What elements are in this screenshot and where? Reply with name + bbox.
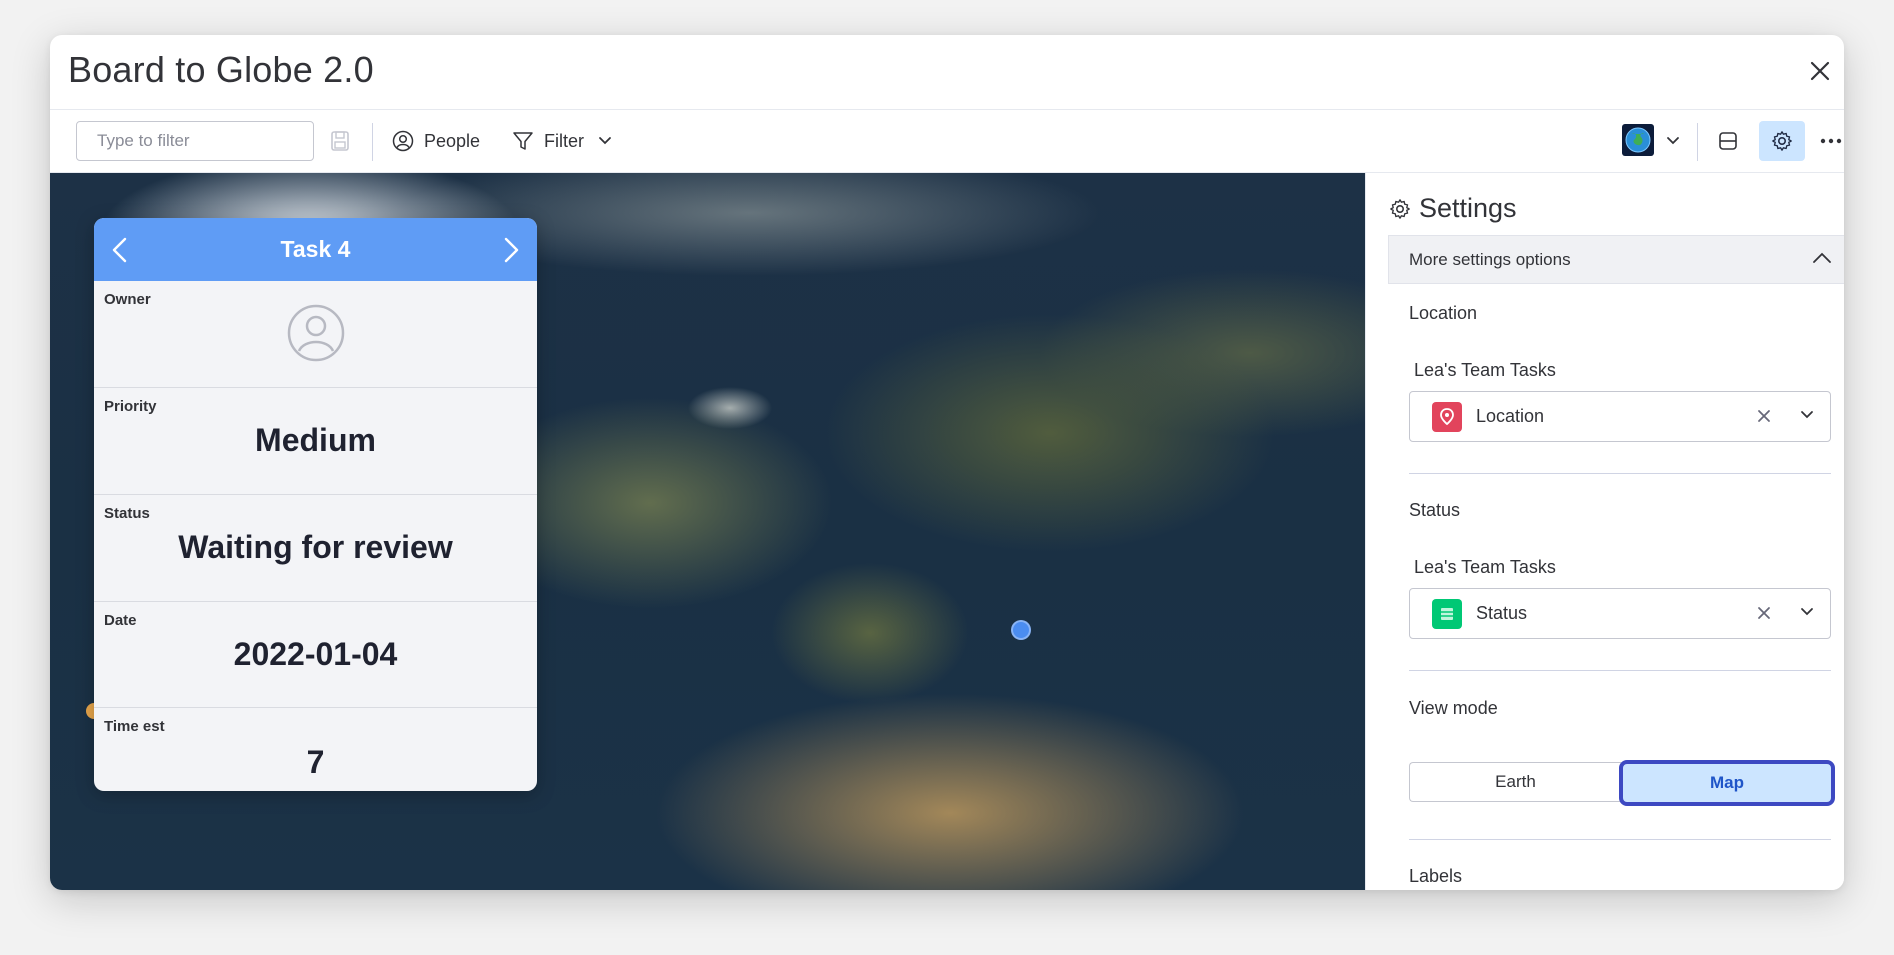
row-label: Time est: [104, 718, 165, 735]
task-card: Task 4 Owner Priority Medium Status Wait…: [94, 218, 537, 791]
people-label: People: [424, 130, 481, 151]
time-est-value: 7: [306, 744, 325, 780]
card-row-time-est: Time est 7: [94, 708, 537, 791]
chevron-down-icon: [1667, 137, 1679, 145]
settings-header: Settings: [1389, 193, 1517, 224]
priority-value: Medium: [255, 422, 376, 458]
clear-icon[interactable]: [1756, 605, 1772, 621]
close-button[interactable]: [1802, 53, 1838, 89]
globe-icon: [1625, 127, 1651, 153]
toolbar-divider: [1697, 123, 1698, 161]
globe-map-canvas[interactable]: Task 4 Owner Priority Medium Status Wait…: [50, 173, 1365, 890]
owner-avatar[interactable]: [287, 304, 345, 367]
window-title: Board to Globe 2.0: [68, 49, 374, 90]
date-value: 2022-01-04: [233, 636, 398, 672]
more-settings-accordion[interactable]: More settings options: [1388, 235, 1844, 284]
task-card-header: Task 4: [94, 218, 537, 281]
task-title: Task 4: [280, 236, 351, 262]
view-mode-label: View mode: [1409, 698, 1498, 718]
status-value: Waiting for review: [178, 529, 453, 565]
location-board-label: Lea's Team Tasks: [1414, 360, 1556, 380]
ellipsis-icon: [1820, 138, 1842, 144]
clear-icon[interactable]: [1756, 408, 1772, 424]
section-divider: [1409, 839, 1831, 840]
save-view-button[interactable]: [330, 130, 350, 157]
view-mode-map-option[interactable]: Map: [1619, 760, 1835, 806]
person-placeholder-icon: [287, 304, 345, 362]
layout-toggle-button[interactable]: [1718, 121, 1738, 161]
filter-button[interactable]: Filter: [512, 121, 584, 161]
split-panel-icon: [1719, 132, 1737, 150]
row-label: Priority: [104, 398, 157, 415]
view-mode-earth-option[interactable]: Earth: [1409, 762, 1621, 802]
chevron-down-icon[interactable]: [1800, 607, 1814, 617]
chevron-right-icon: [504, 237, 519, 263]
row-label: Owner: [104, 291, 151, 308]
previous-task-button[interactable]: [108, 236, 132, 264]
location-column-select[interactable]: Location: [1409, 391, 1831, 442]
labels-section-label: Labels: [1409, 866, 1463, 886]
location-section-label: Location: [1409, 303, 1478, 323]
app-window: Board to Globe 2.0 People Filter: [50, 35, 1844, 890]
status-board-label: Lea's Team Tasks: [1414, 557, 1556, 577]
next-task-button[interactable]: [499, 236, 523, 264]
toolbar: People Filter: [50, 110, 1844, 173]
status-column-select[interactable]: Status: [1409, 588, 1831, 639]
search-box[interactable]: [76, 121, 318, 161]
map-marker[interactable]: [1011, 620, 1031, 640]
location-column-value: Location: [1476, 406, 1545, 426]
status-section-label: Status: [1409, 500, 1461, 520]
filter-label: Filter: [544, 130, 584, 151]
card-row-priority: Priority Medium: [94, 388, 537, 495]
row-label: Status: [104, 505, 150, 522]
more-options-button[interactable]: [1820, 121, 1842, 161]
toolbar-divider: [372, 123, 373, 161]
gear-icon: [1390, 198, 1410, 219]
section-divider: [1409, 473, 1831, 474]
chevron-left-icon: [112, 237, 127, 263]
chevron-down-icon[interactable]: [1800, 410, 1814, 420]
location-pin-icon: [1432, 401, 1462, 432]
filter-icon: [513, 132, 533, 150]
chevron-down-icon: [599, 137, 611, 145]
view-mode-toggle: Earth Map: [1409, 760, 1835, 806]
card-row-owner: Owner: [94, 281, 537, 388]
close-icon: [1810, 61, 1830, 81]
settings-button[interactable]: [1759, 121, 1805, 161]
view-switcher-dropdown[interactable]: [1666, 121, 1680, 161]
save-icon: [331, 131, 349, 151]
status-column-value: Status: [1476, 603, 1528, 623]
settings-panel: Settings More settings options Location …: [1365, 173, 1844, 890]
person-circle-icon: [392, 130, 414, 152]
settings-title: Settings: [1419, 193, 1517, 223]
row-label: Date: [104, 612, 137, 629]
title-bar: Board to Globe 2.0: [50, 35, 1844, 110]
chevron-up-icon: [1813, 252, 1831, 263]
card-row-date: Date 2022-01-04: [94, 602, 537, 708]
section-divider: [1409, 670, 1831, 671]
status-column-icon: [1432, 598, 1462, 629]
gear-icon: [1772, 131, 1792, 151]
filter-dropdown-button[interactable]: [598, 121, 612, 161]
card-row-status: Status Waiting for review: [94, 495, 537, 602]
globe-view-switcher[interactable]: [1622, 124, 1654, 156]
search-input[interactable]: [97, 131, 318, 151]
more-settings-label: More settings options: [1409, 249, 1571, 269]
people-button[interactable]: People: [392, 121, 480, 161]
